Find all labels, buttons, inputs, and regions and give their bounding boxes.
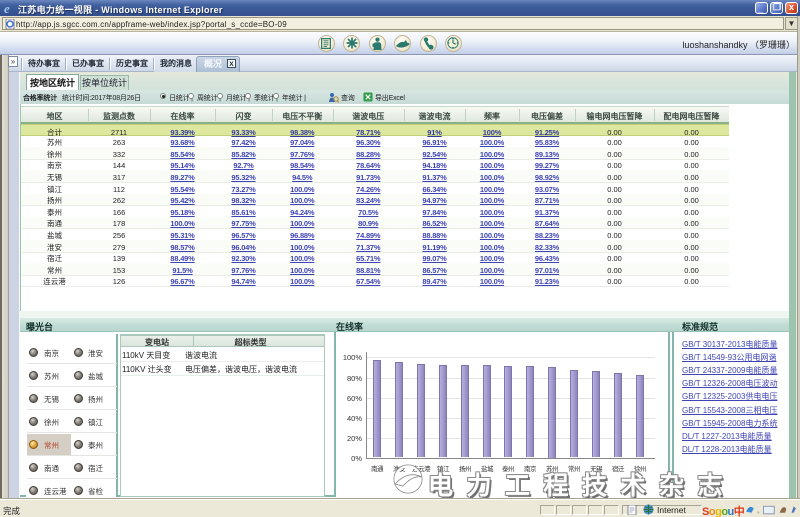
svg-text:,: , xyxy=(757,505,759,515)
